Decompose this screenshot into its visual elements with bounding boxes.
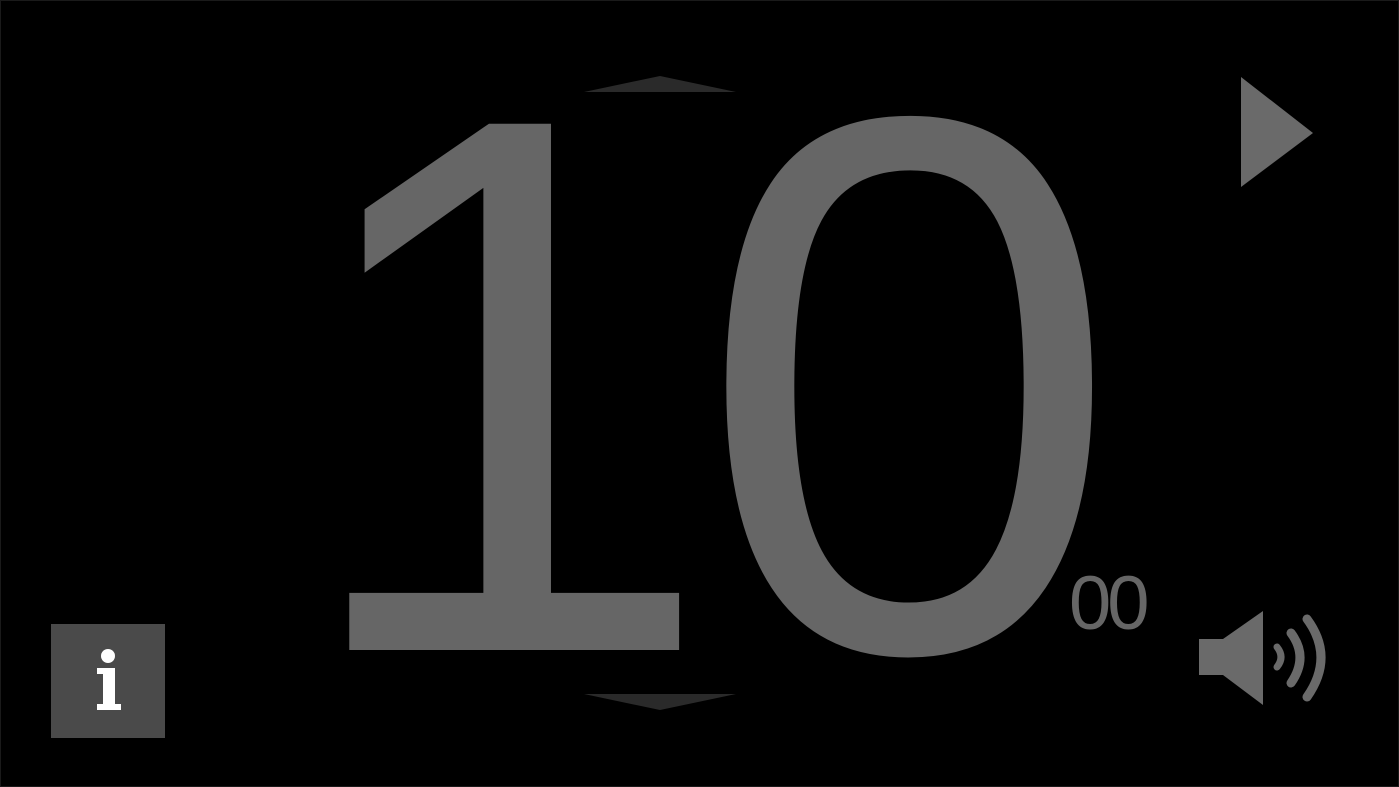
decrease-minutes-arrow[interactable]	[584, 693, 736, 711]
seconds-display: 00	[1069, 561, 1150, 646]
play-button[interactable]	[1237, 75, 1317, 191]
info-button[interactable]	[51, 624, 165, 738]
chevron-down-icon	[584, 694, 736, 710]
speaker-sound-on-icon	[1199, 611, 1326, 705]
timer-screen: 10 00	[0, 0, 1399, 787]
info-icon	[97, 649, 121, 710]
sound-toggle-button[interactable]	[1193, 609, 1339, 709]
minutes-display[interactable]: 10	[291, 3, 1122, 768]
play-icon	[1241, 77, 1313, 187]
